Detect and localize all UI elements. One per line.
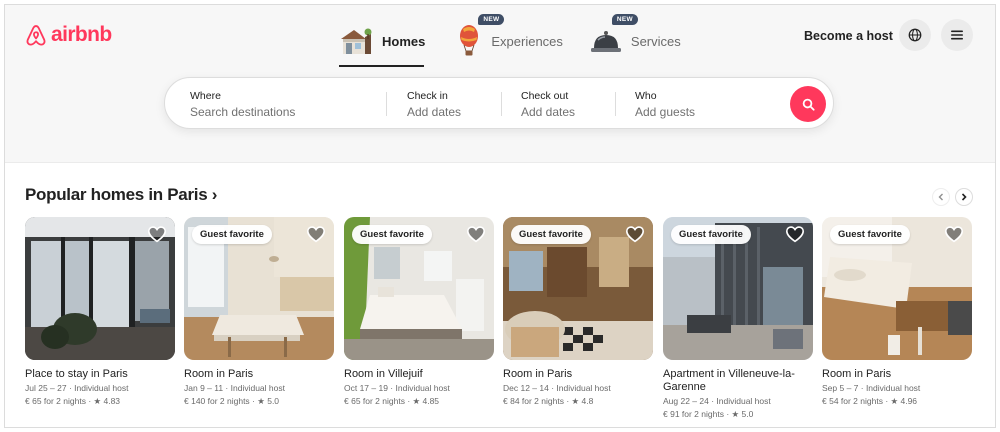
globe-icon	[908, 28, 922, 42]
listing-dates-host: Oct 17 – 19 · Individual host	[344, 383, 450, 393]
listing-price-rating: € 65 for 2 nights · ★ 4.85	[344, 396, 440, 406]
who-placeholder: Add guests	[635, 105, 696, 119]
listing-photo[interactable]: Guest favorite	[344, 217, 494, 360]
house-icon	[341, 28, 372, 54]
chevron-right-icon	[961, 193, 967, 201]
carousel-next-button[interactable]	[955, 188, 973, 206]
new-badge: NEW	[611, 14, 638, 25]
where-label: Where	[190, 90, 221, 102]
search-divider	[615, 92, 616, 116]
listing-price-rating: € 84 for 2 nights · ★ 4.8	[503, 396, 594, 406]
listing-card[interactable]: Guest favorite Room in Paris Sep 5 – 7 ·…	[822, 217, 972, 427]
listing-photo[interactable]	[25, 217, 175, 360]
listing-title: Room in Villejuif	[344, 368, 423, 380]
search-divider	[501, 92, 502, 116]
listing-dates-host: Jul 25 – 27 · Individual host	[25, 383, 129, 393]
listing-title: Place to stay in Paris	[25, 368, 128, 380]
search-bar: Where Search destinations Check in Add d…	[164, 77, 834, 129]
who-field[interactable]: Who Add guests	[635, 90, 775, 119]
listing-carousel: Place to stay in Paris Jul 25 – 27 · Ind…	[25, 217, 995, 427]
airbnb-page: airbnb Homes NEW Experiences NEW Service…	[4, 4, 996, 428]
tab-experiences-label: Experiences	[491, 33, 563, 49]
listing-photo[interactable]: Guest favorite	[503, 217, 653, 360]
listing-dates-host: Sep 5 – 7 · Individual host	[822, 383, 921, 393]
new-badge: NEW	[478, 14, 505, 25]
guest-favorite-badge: Guest favorite	[352, 225, 432, 244]
listing-title: Room in Paris	[822, 368, 892, 380]
listing-title: Room in Paris	[503, 368, 573, 380]
brand-name: airbnb	[51, 23, 112, 46]
listing-dates-host: Aug 22 – 24 · Individual host	[663, 396, 771, 406]
chevron-left-icon	[938, 193, 943, 201]
listing-card[interactable]: Place to stay in Paris Jul 25 – 27 · Ind…	[25, 217, 175, 427]
category-nav: Homes NEW Experiences NEW Services	[338, 14, 681, 67]
guest-favorite-badge: Guest favorite	[830, 225, 910, 244]
check-out-label: Check out	[521, 90, 569, 102]
tab-homes[interactable]: Homes	[338, 19, 426, 67]
language-button[interactable]	[899, 19, 931, 51]
tab-homes-label: Homes	[382, 33, 426, 49]
listing-card[interactable]: Guest favorite Room in Paris Dec 12 – 14…	[503, 217, 653, 427]
heart-icon[interactable]	[785, 225, 805, 243]
tab-services[interactable]: NEW Services	[589, 14, 681, 63]
search-divider	[386, 92, 387, 116]
tab-services-label: Services	[630, 33, 681, 49]
heart-icon[interactable]	[466, 225, 486, 243]
hot-air-balloon-icon	[460, 25, 479, 56]
listing-card[interactable]: Guest favorite Room in Paris Jan 9 – 11 …	[184, 217, 334, 427]
guest-favorite-badge: Guest favorite	[511, 225, 591, 244]
where-placeholder: Search destinations	[190, 105, 296, 119]
check-in-placeholder: Add dates	[407, 105, 462, 119]
check-in-field[interactable]: Check in Add dates	[407, 90, 497, 119]
who-label: Who	[635, 90, 657, 102]
where-field[interactable]: Where Search destinations	[190, 90, 380, 119]
listing-photo[interactable]: Guest favorite	[822, 217, 972, 360]
airbnb-logo-icon	[26, 25, 46, 46]
listing-dates-host: Jan 9 – 11 · Individual host	[184, 383, 285, 393]
listing-photo[interactable]: Guest favorite	[184, 217, 334, 360]
check-out-placeholder: Add dates	[521, 105, 576, 119]
become-a-host-link[interactable]: Become a host	[804, 27, 893, 45]
listing-price-rating: € 91 for 2 nights · ★ 5.0	[663, 409, 754, 419]
listing-card[interactable]: Guest favorite Room in Villejuif Oct 17 …	[344, 217, 494, 427]
check-in-label: Check in	[407, 90, 448, 102]
heart-icon[interactable]	[147, 225, 167, 243]
guest-favorite-badge: Guest favorite	[192, 225, 272, 244]
listing-photo[interactable]: Guest favorite	[663, 217, 813, 360]
section-title[interactable]: Popular homes in Paris ›	[25, 185, 217, 205]
listing-price-rating: € 140 for 2 nights · ★ 5.0	[184, 396, 280, 406]
header: airbnb Homes NEW Experiences NEW Service…	[5, 5, 995, 163]
check-out-field[interactable]: Check out Add dates	[521, 90, 611, 119]
heart-icon[interactable]	[944, 225, 964, 243]
carousel-prev-button[interactable]	[932, 188, 950, 206]
listing-card[interactable]: Guest favorite Apartment in Villeneuve-l…	[663, 217, 813, 427]
listing-title: Apartment in Villeneuve-la-Garenne	[663, 368, 795, 393]
search-button[interactable]	[790, 86, 826, 122]
listing-dates-host: Dec 12 – 14 · Individual host	[503, 383, 611, 393]
tab-experiences[interactable]: NEW Experiences	[455, 14, 563, 63]
listing-title: Room in Paris	[184, 368, 254, 380]
listing-price-rating: € 54 for 2 nights · ★ 4.96	[822, 396, 918, 406]
guest-favorite-badge: Guest favorite	[671, 225, 751, 244]
main-menu-button[interactable]	[941, 19, 973, 51]
hamburger-menu-icon	[951, 30, 963, 40]
listing-price-rating: € 65 for 2 nights · ★ 4.83	[25, 396, 121, 406]
heart-icon[interactable]	[625, 225, 645, 243]
airbnb-logo[interactable]: airbnb	[25, 23, 112, 47]
search-icon	[802, 98, 815, 111]
heart-icon[interactable]	[306, 225, 326, 243]
service-bell-icon	[590, 31, 621, 52]
